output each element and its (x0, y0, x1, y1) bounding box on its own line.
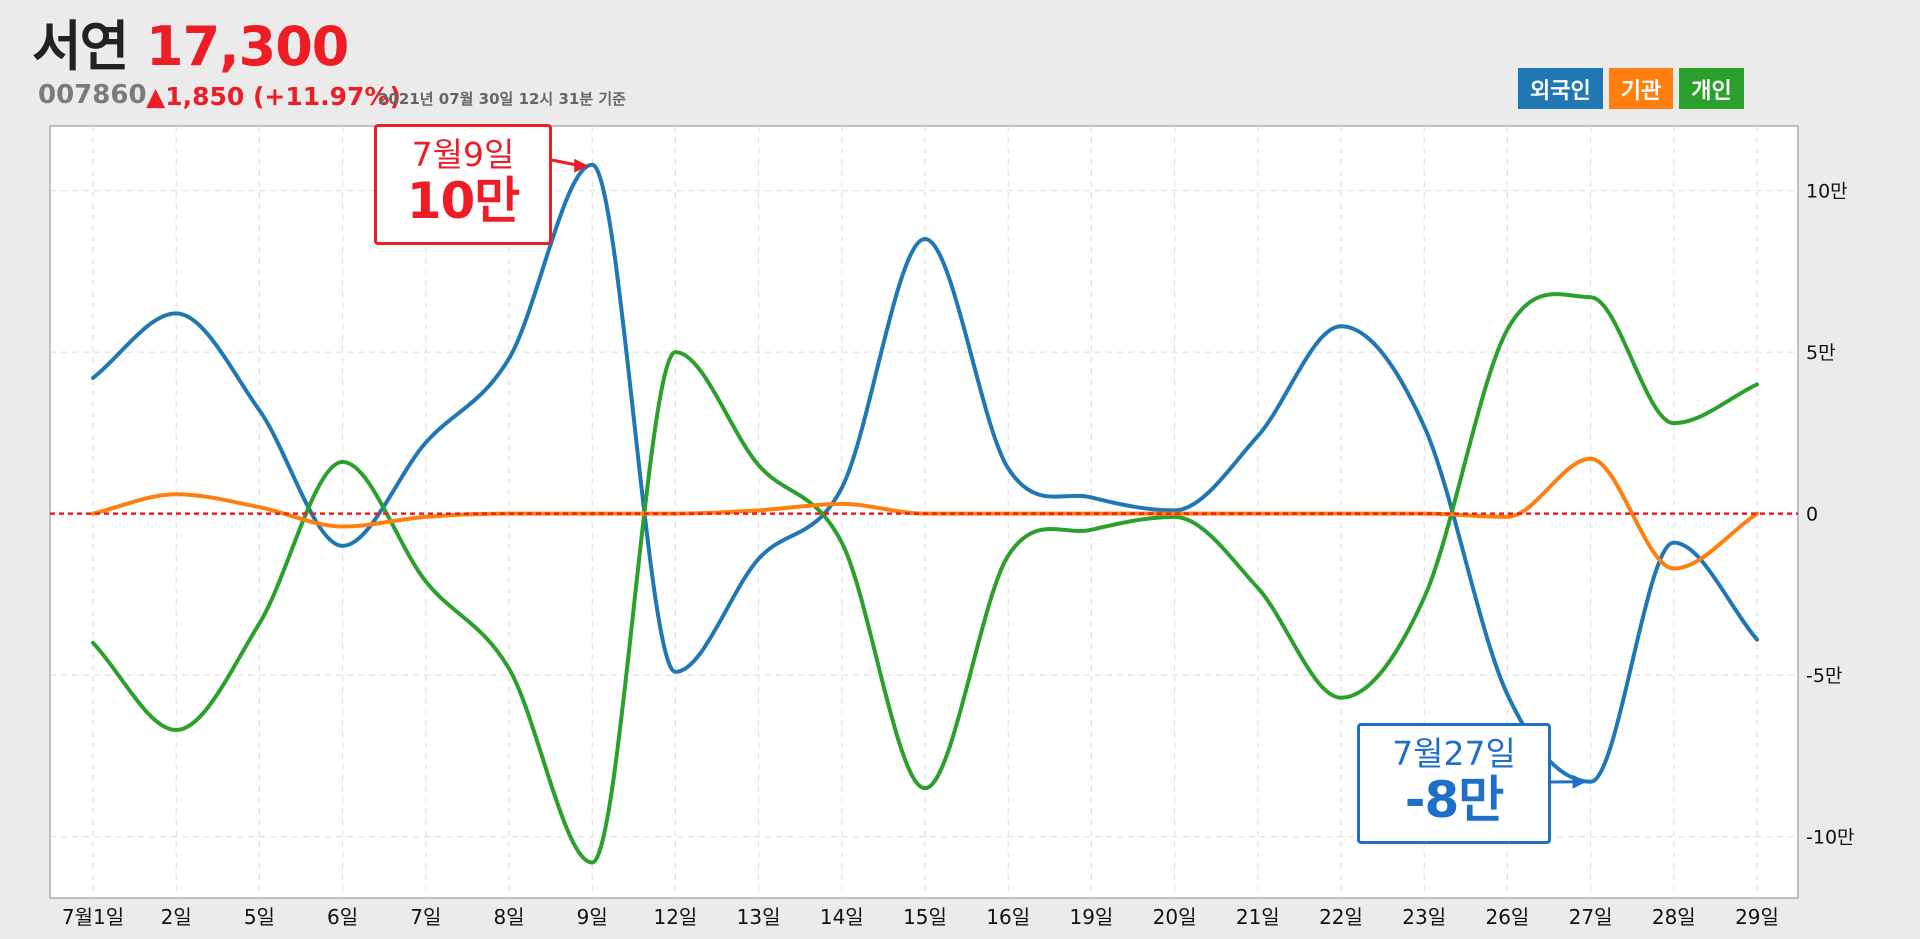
x-tick-label: 19일 (1069, 905, 1113, 929)
min-annotation: 7월27일 -8만 (1357, 723, 1551, 844)
x-tick-label: 5일 (244, 905, 275, 929)
x-tick-label: 16일 (986, 905, 1030, 929)
x-tick-label: 28일 (1652, 905, 1696, 929)
x-tick-label: 14일 (820, 905, 864, 929)
x-tick-label: 29일 (1735, 905, 1779, 929)
x-tick-label: 27일 (1569, 905, 1613, 929)
x-tick-label: 2일 (161, 905, 192, 929)
max-annotation-date: 7월9일 (411, 135, 515, 174)
x-tick-label: 21일 (1236, 905, 1280, 929)
max-annotation: 7월9일 10만 (374, 124, 552, 245)
x-tick-label: 9일 (577, 905, 608, 929)
x-tick-label: 26일 (1485, 905, 1529, 929)
y-tick-label: 5만 (1806, 342, 1836, 364)
x-tick-label: 7일 (410, 905, 441, 929)
x-tick-label: 7월1일 (62, 905, 124, 929)
x-tick-label: 13일 (737, 905, 781, 929)
y-tick-label: -5만 (1806, 665, 1842, 687)
x-tick-label: 22일 (1319, 905, 1363, 929)
max-annotation-value: 10만 (406, 172, 521, 231)
y-tick-label: 10만 (1806, 181, 1848, 203)
x-tick-label: 8일 (493, 905, 524, 929)
y-tick-label: 0 (1806, 504, 1818, 526)
x-tick-label: 20일 (1153, 905, 1197, 929)
x-tick-label: 12일 (653, 905, 697, 929)
x-tick-label: 15일 (903, 905, 947, 929)
min-annotation-date: 7월27일 (1392, 734, 1516, 773)
line-chart: 7월1일 2일 5일 6일 7일 8일 9일 12일 13일 14일 15일 16일 19일 20일 21일… (49, 125, 1855, 929)
x-tick-label: 6일 (327, 905, 358, 929)
min-annotation-value: -8만 (1404, 771, 1505, 830)
x-tick-label: 23일 (1402, 905, 1446, 929)
y-tick-label: -10만 (1806, 827, 1855, 849)
